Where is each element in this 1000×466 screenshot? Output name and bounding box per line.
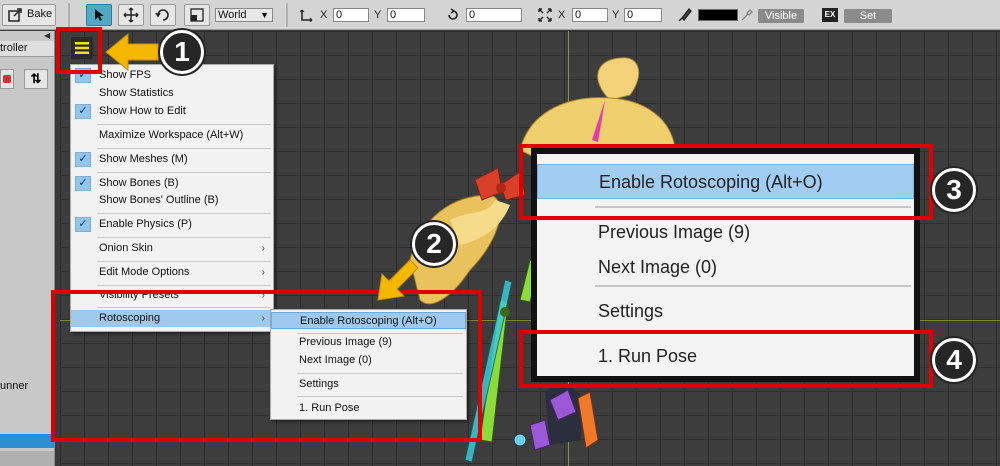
select-tool-button[interactable]: [86, 4, 112, 26]
menu-separator: [97, 213, 271, 214]
menu-item-label: Maximize Workspace (Alt+W): [99, 129, 244, 141]
selected-row[interactable]: [0, 434, 54, 448]
move-tool-button[interactable]: [118, 4, 144, 26]
panel-collapse-icon[interactable]: ◀: [44, 31, 50, 40]
zoom-item-next-image: Next Image (0): [537, 251, 914, 281]
controller-avatar-icon[interactable]: [0, 69, 14, 89]
bake-label: Bake: [27, 8, 53, 20]
menu-item-show-meshes[interactable]: ✓ Show Meshes (M): [71, 151, 273, 168]
menu-item-label: Enable Physics (P): [99, 218, 192, 230]
panel-footer: [0, 451, 54, 466]
menu-item-label: Onion Skin: [99, 242, 153, 254]
set-button[interactable]: Set: [844, 9, 892, 23]
coord-space-select[interactable]: World ▼: [215, 8, 273, 22]
annotation-box-3: [519, 144, 933, 220]
menu-item-show-statistics[interactable]: Show Statistics: [71, 85, 273, 102]
cursor-icon: [95, 9, 104, 21]
runner-item-label[interactable]: unner: [0, 380, 28, 392]
chevron-right-icon: ›: [261, 243, 265, 254]
menu-item-show-bones-outline[interactable]: Show Bones' Outline (B): [71, 192, 273, 209]
menu-separator: [97, 261, 271, 262]
coord-space-value: World: [218, 9, 247, 21]
toolbar-divider: [286, 3, 288, 27]
arrow-pointer-1-icon: [105, 32, 159, 72]
menu-item-enable-physics[interactable]: ✓ Enable Physics (P): [71, 216, 273, 233]
menu-item-maximize-workspace[interactable]: Maximize Workspace (Alt+W): [71, 127, 273, 144]
position-icon: [300, 9, 313, 22]
export-icon: [8, 8, 22, 22]
scale-tool-button[interactable]: [184, 4, 210, 26]
menu-separator: [97, 172, 271, 173]
bake-button[interactable]: Bake: [2, 4, 56, 26]
controller-tab[interactable]: troller: [0, 41, 54, 57]
left-panel: ◀ troller ⇅ unner: [0, 31, 55, 466]
sort-button[interactable]: ⇅: [24, 69, 48, 89]
move-icon: [123, 7, 139, 23]
zoom-item-previous-image: Previous Image (9): [537, 216, 914, 246]
ex-icon: EX: [822, 8, 838, 22]
menu-item-onion-skin[interactable]: Onion Skin ›: [71, 240, 273, 257]
menu-item-label: Show Bones (B): [99, 177, 179, 189]
annotation-box-1: [56, 27, 102, 74]
chevron-right-icon: ›: [261, 267, 265, 278]
checkmark-icon: ✓: [75, 217, 91, 232]
annotation-box-4: [519, 330, 933, 388]
controller-tab-label: troller: [0, 42, 28, 54]
arrow-pointer-2-icon: [377, 259, 419, 301]
step-number-1: 1: [160, 30, 204, 74]
toolbar-divider: [68, 3, 70, 27]
rotate-icon: [155, 9, 169, 21]
menu-item-show-bones[interactable]: ✓ Show Bones (B): [71, 175, 273, 192]
pos-x-input[interactable]: 0: [333, 8, 369, 22]
menu-item-label: Edit Mode Options: [99, 266, 190, 278]
menu-separator: [97, 285, 271, 286]
checkmark-icon: ✓: [75, 176, 91, 191]
menu-separator: [97, 237, 271, 238]
sort-icon: ⇅: [30, 71, 42, 86]
menu-item-show-how-to-edit[interactable]: ✓ Show How to Edit: [71, 103, 273, 120]
chevron-down-icon: ▼: [260, 10, 269, 20]
zoom-item-label: Previous Image (9): [598, 222, 751, 242]
rotate-tool-button[interactable]: [150, 4, 176, 26]
menu-item-label: Show Meshes (M): [99, 153, 188, 165]
menu-separator: [97, 148, 271, 149]
annotation-box-2: [51, 290, 482, 442]
scale-icon: [190, 8, 204, 22]
step-number-2: 2: [412, 222, 456, 266]
pos-x-label: X: [320, 9, 328, 21]
menu-item-label: Show Bones' Outline (B): [99, 194, 219, 206]
step-number-4: 4: [932, 338, 976, 382]
zoom-separator: [595, 285, 911, 287]
menu-item-label: Show Statistics: [99, 87, 174, 99]
zoom-item-label: Settings: [598, 301, 664, 321]
menu-separator: [97, 124, 271, 125]
zoom-item-settings: Settings: [537, 295, 914, 325]
checkmark-icon: ✓: [75, 152, 91, 167]
step-number-3: 3: [932, 168, 976, 212]
menu-item-label: Show How to Edit: [99, 105, 186, 117]
zoom-item-label: Next Image (0): [598, 257, 718, 277]
checkmark-icon: ✓: [75, 104, 91, 119]
app-window: { "toolbar": { "bake_label": "Bake", "co…: [0, 0, 1000, 466]
menu-item-edit-mode-options[interactable]: Edit Mode Options ›: [71, 264, 273, 281]
